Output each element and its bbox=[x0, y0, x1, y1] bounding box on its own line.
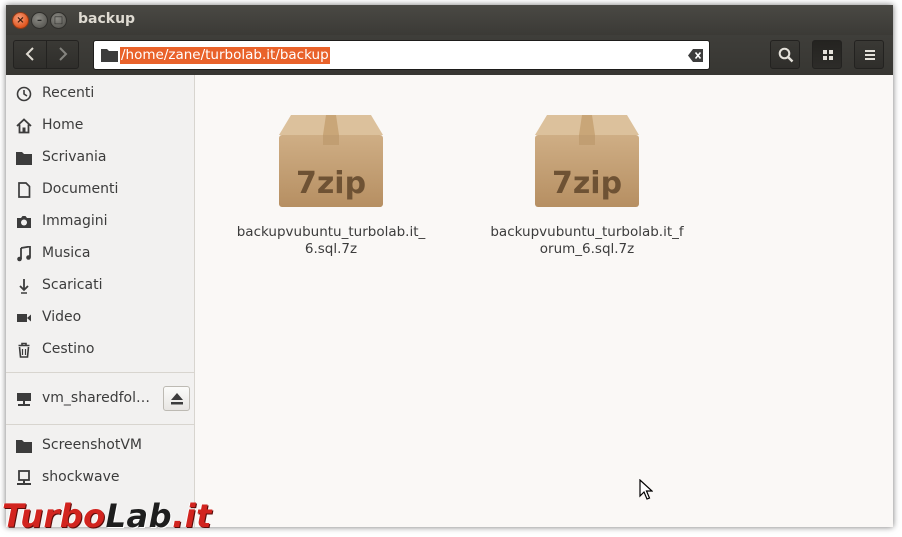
watermark-part-it: .it bbox=[172, 497, 212, 535]
sidebar-item-immagini[interactable]: Immagini bbox=[6, 208, 194, 236]
maximize-icon: □ bbox=[53, 15, 64, 26]
sidebar-item-label: Cestino bbox=[42, 341, 95, 357]
search-icon bbox=[778, 47, 794, 63]
sidebar-item-scaricati[interactable]: Scaricati bbox=[6, 272, 194, 300]
sidebar: Recenti Home Scrivania Documenti Immagin… bbox=[6, 75, 195, 527]
sidebar-item-screenshotvm[interactable]: ScreenshotVM bbox=[6, 432, 194, 460]
mouse-pointer-icon bbox=[639, 479, 653, 500]
minimize-icon: – bbox=[37, 15, 42, 26]
archive-7zip-icon: 7zip bbox=[535, 115, 639, 207]
trash-icon bbox=[18, 342, 30, 358]
chevron-right-icon bbox=[59, 47, 68, 61]
sidebar-item-musica[interactable]: Musica bbox=[6, 240, 194, 268]
archive-icon-label: 7zip bbox=[552, 166, 622, 201]
location-path[interactable]: /home/zane/turbolab.it/backup bbox=[120, 47, 330, 64]
search-button[interactable] bbox=[770, 40, 800, 69]
download-icon bbox=[19, 279, 29, 294]
sidebar-item-label: shockwave bbox=[42, 469, 120, 485]
file-manager-window: × – □ backup /home/zane/turbolab.it/back… bbox=[6, 5, 893, 527]
music-icon bbox=[17, 246, 31, 262]
sidebar-item-label: Video bbox=[42, 309, 82, 325]
sidebar-item-home[interactable]: Home bbox=[6, 112, 194, 140]
video-icon bbox=[17, 314, 31, 322]
sidebar-item-label: Documenti bbox=[42, 181, 119, 197]
close-window-button[interactable]: × bbox=[12, 12, 29, 29]
location-entry[interactable]: /home/zane/turbolab.it/backup bbox=[93, 40, 710, 70]
file-name: backupvubuntu_turbolab.it_forum_6.sql.7z bbox=[490, 224, 684, 257]
sidebar-item-video[interactable]: Video bbox=[6, 304, 194, 332]
window-title: backup bbox=[78, 11, 136, 27]
network-drive-icon bbox=[17, 393, 31, 406]
sidebar-item-documenti[interactable]: Documenti bbox=[6, 176, 194, 204]
sidebar-item-label: ScreenshotVM bbox=[42, 437, 143, 453]
title-bar[interactable]: × – □ backup bbox=[6, 5, 893, 35]
sidebar-item-label: Scaricati bbox=[42, 277, 103, 293]
sidebar-item-label: vm_sharedfol… bbox=[42, 390, 151, 406]
eject-button[interactable] bbox=[163, 386, 190, 411]
grid-icon bbox=[823, 50, 833, 60]
file-item[interactable]: 7zip backupvubuntu_turbolab.it_6.sql.7z bbox=[231, 107, 431, 257]
back-button[interactable] bbox=[14, 41, 47, 68]
grid-view-button[interactable] bbox=[812, 40, 842, 69]
file-name: backupvubuntu_turbolab.it_6.sql.7z bbox=[236, 224, 426, 257]
clear-text-icon[interactable] bbox=[688, 49, 703, 62]
toolbar: /home/zane/turbolab.it/backup bbox=[6, 35, 893, 75]
file-item[interactable]: 7zip backupvubuntu_turbolab.it_forum_6.s… bbox=[487, 107, 687, 257]
archive-7zip-icon: 7zip bbox=[279, 115, 383, 207]
sidebar-item-label: Home bbox=[42, 117, 84, 133]
watermark-text: TurboLab.it bbox=[2, 497, 212, 535]
folder-icon bbox=[101, 49, 118, 62]
sidebar-item-label: Recenti bbox=[42, 85, 95, 101]
home-icon bbox=[16, 118, 32, 134]
sidebar-item-label: Immagini bbox=[42, 213, 108, 229]
sidebar-item-vm-sharedfolder[interactable]: vm_sharedfol… bbox=[6, 379, 194, 419]
sidebar-divider bbox=[6, 372, 194, 373]
maximize-window-button[interactable]: □ bbox=[50, 12, 67, 29]
eject-icon bbox=[171, 393, 183, 405]
folder-icon bbox=[16, 440, 32, 453]
camera-icon bbox=[17, 216, 31, 228]
close-icon: × bbox=[16, 15, 25, 26]
sidebar-item-scrivania[interactable]: Scrivania bbox=[6, 144, 194, 172]
recent-icon bbox=[16, 86, 32, 102]
archive-icon-label: 7zip bbox=[296, 166, 366, 201]
forward-button[interactable] bbox=[47, 41, 79, 68]
desktop-folder-icon bbox=[16, 152, 32, 165]
file-view[interactable]: 7zip backupvubuntu_turbolab.it_6.sql.7z … bbox=[195, 75, 893, 527]
sidebar-divider bbox=[6, 424, 194, 425]
document-icon bbox=[18, 182, 31, 198]
network-computer-icon bbox=[17, 470, 31, 485]
hamburger-menu-icon bbox=[865, 50, 875, 60]
watermark-part-lab: Lab bbox=[105, 497, 173, 535]
turbolab-watermark: TurboLab.it bbox=[2, 497, 242, 537]
minimize-window-button[interactable]: – bbox=[31, 12, 48, 29]
sidebar-item-shockwave[interactable]: shockwave bbox=[6, 464, 194, 492]
sidebar-item-recenti[interactable]: Recenti bbox=[6, 80, 194, 108]
navigation-buttons bbox=[13, 40, 79, 69]
chevron-left-icon bbox=[25, 47, 34, 61]
watermark-part-turbo: Turbo bbox=[2, 497, 106, 535]
sidebar-item-cestino[interactable]: Cestino bbox=[6, 336, 194, 364]
sidebar-item-label: Scrivania bbox=[42, 149, 107, 165]
menu-button[interactable] bbox=[854, 40, 884, 69]
sidebar-item-label: Musica bbox=[42, 245, 91, 261]
